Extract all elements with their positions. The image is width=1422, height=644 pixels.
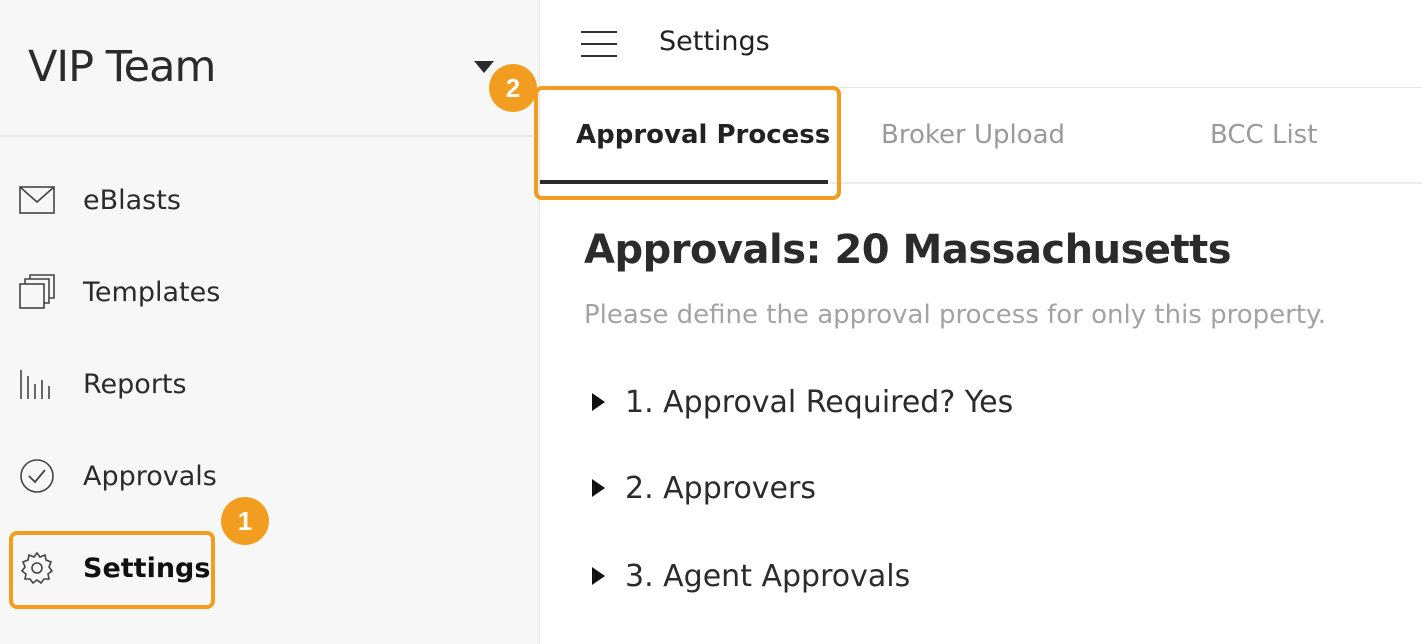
caret-right-icon bbox=[592, 479, 605, 497]
sidebar-item-templates[interactable]: Templates bbox=[0, 246, 539, 338]
sidebar-item-reports[interactable]: Reports bbox=[0, 338, 539, 430]
templates-icon bbox=[19, 274, 55, 310]
tab-bcc-list[interactable]: BCC List bbox=[1210, 120, 1317, 150]
approvals-subtitle: Please define the approval process for o… bbox=[584, 300, 1326, 330]
gear-icon bbox=[19, 550, 55, 586]
sidebar-item-eblasts[interactable]: eBlasts bbox=[0, 154, 539, 246]
active-tab-underline bbox=[540, 180, 828, 184]
approvals-heading: Approvals: 20 Massachusetts bbox=[584, 227, 1232, 273]
accordion-approval-required[interactable]: 1. Approval Required? Yes bbox=[592, 382, 1013, 422]
settings-tabs: Approval Process Broker Upload BCC List bbox=[540, 88, 1422, 184]
step-badge-1: 1 bbox=[221, 497, 269, 545]
caret-right-icon bbox=[592, 567, 605, 585]
accordion-label: 3. Agent Approvals bbox=[625, 558, 911, 594]
step-badge-2: 2 bbox=[489, 64, 537, 112]
team-dropdown-caret-icon[interactable] bbox=[474, 61, 494, 73]
main-panel: Settings Approval Process Broker Upload … bbox=[540, 0, 1422, 644]
sidebar-item-label: Settings bbox=[83, 552, 211, 584]
tab-approval-process[interactable]: Approval Process bbox=[576, 120, 830, 150]
sidebar-item-settings[interactable]: Settings bbox=[0, 522, 539, 614]
sidebar-item-label: eBlasts bbox=[83, 184, 181, 216]
check-circle-icon bbox=[19, 458, 55, 494]
caret-right-icon bbox=[592, 393, 605, 411]
sidebar-item-approvals[interactable]: Approvals bbox=[0, 430, 539, 522]
tab-broker-upload[interactable]: Broker Upload bbox=[881, 120, 1065, 150]
app-root: VIP Team eBlasts Templates Reports Appro… bbox=[0, 0, 1422, 644]
hamburger-menu-icon[interactable] bbox=[581, 31, 617, 57]
accordion-agent-approvals[interactable]: 3. Agent Approvals bbox=[592, 556, 910, 596]
sidebar-item-label: Templates bbox=[83, 276, 221, 308]
page-title: Settings bbox=[659, 26, 770, 57]
accordion-approvers[interactable]: 2. Approvers bbox=[592, 468, 816, 508]
topbar: Settings bbox=[540, 0, 1422, 88]
team-name: VIP Team bbox=[28, 42, 216, 92]
team-header: VIP Team bbox=[0, 0, 539, 137]
accordion-label: 2. Approvers bbox=[625, 470, 816, 506]
accordion-label: 1. Approval Required? Yes bbox=[625, 384, 1014, 420]
envelope-icon bbox=[19, 182, 55, 218]
bar-chart-icon bbox=[19, 366, 55, 402]
sidebar-item-label: Reports bbox=[83, 368, 187, 400]
sidebar-item-label: Approvals bbox=[83, 460, 217, 492]
sidebar: VIP Team eBlasts Templates Reports Appro… bbox=[0, 0, 540, 644]
